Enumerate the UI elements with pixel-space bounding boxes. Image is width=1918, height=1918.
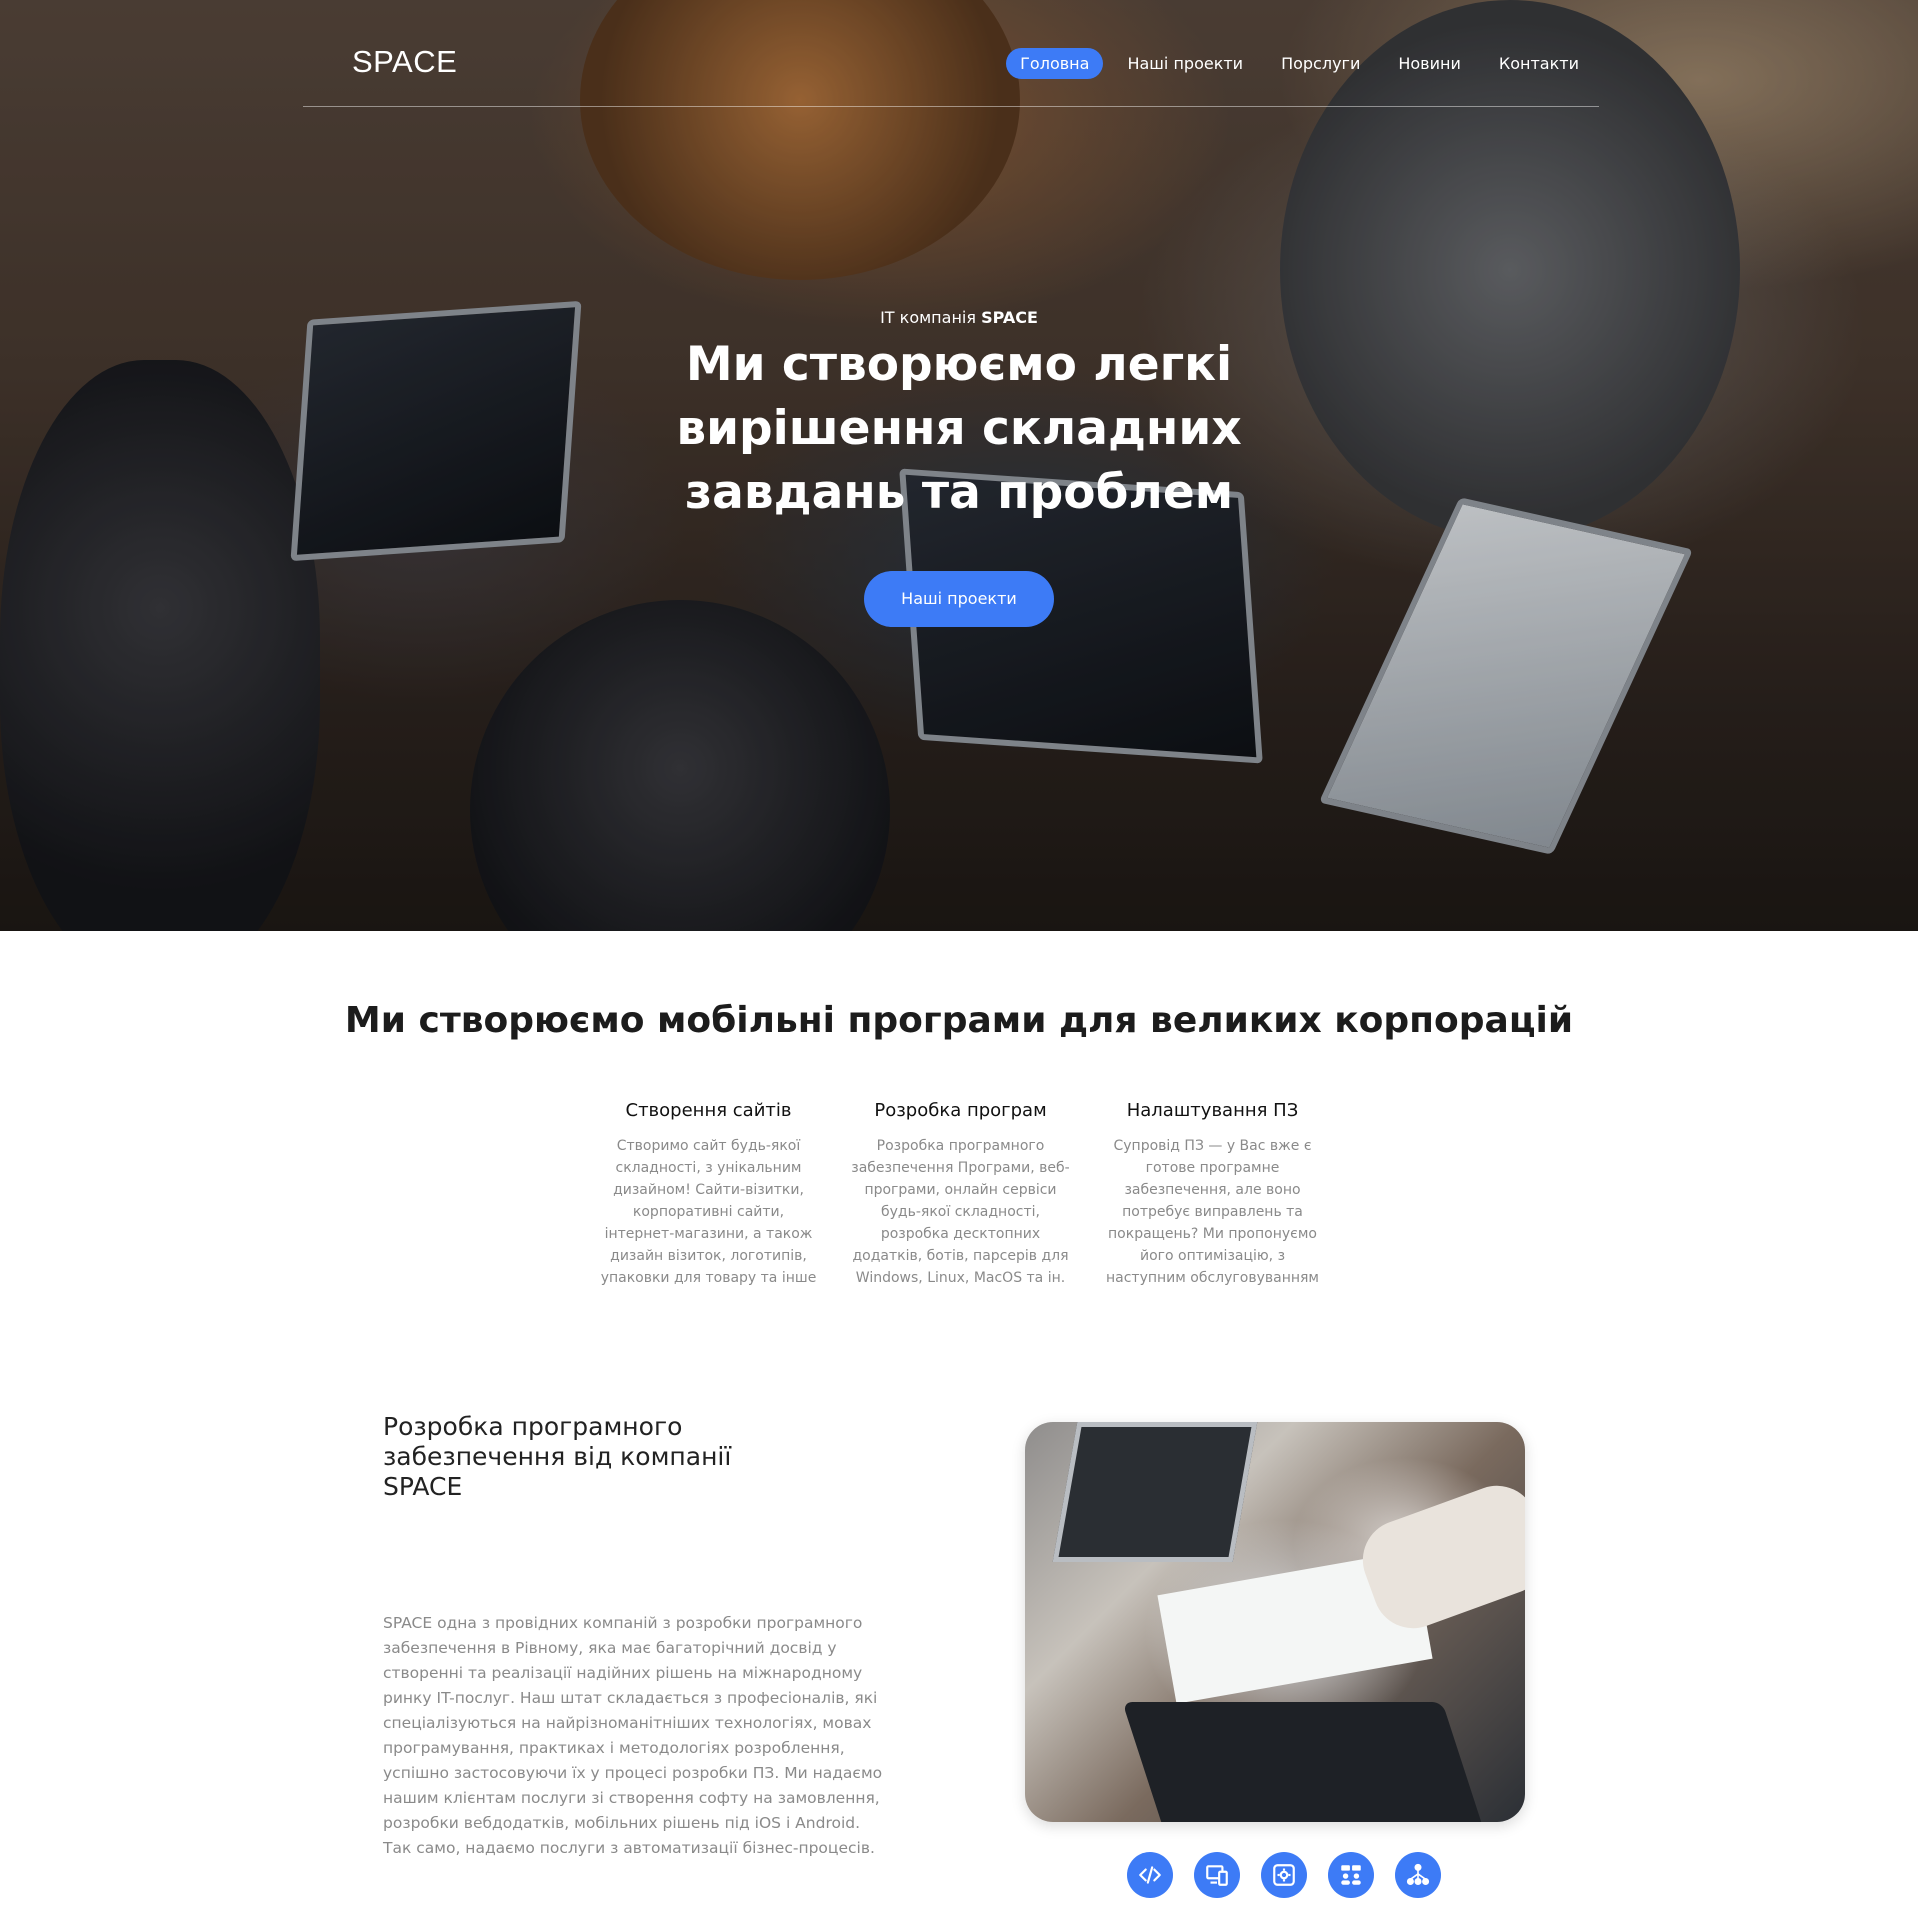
code-icon[interactable] [1127,1852,1173,1898]
photo-laptop [1052,1422,1258,1562]
nav-item-contacts[interactable]: Контакти [1485,48,1593,79]
feature-title: Створення сайтів [625,1100,792,1121]
hero-kicker: IT компанія SPACE [0,308,1918,327]
hero-section: SPACE Головна Наші проекти Порслуги Нови… [0,0,1918,931]
nav-item-projects[interactable]: Наші проекти [1113,48,1257,79]
section-title: Ми створюємо мобільні програми для велик… [344,1000,1574,1041]
feature-card-software-setup: Налаштування ПЗ Супровід ПЗ — у Вас вже … [1100,1100,1325,1289]
main-menu: Головна Наші проекти Порслуги Новини Кон… [1006,48,1593,79]
feature-text: Супровід ПЗ — у Вас вже є готове програм… [1106,1138,1319,1286]
feature-title: Налаштування ПЗ [1126,1100,1299,1121]
brand-logo[interactable]: SPACE [352,44,457,80]
hero-title: Ми створюємо легкі вирішення складних за… [676,337,1242,520]
nav-item-services[interactable]: Порслуги [1267,48,1374,79]
hero-kicker-prefix: IT компанія [880,308,976,327]
nav-item-news[interactable]: Новини [1384,48,1475,79]
team-chat-icon[interactable] [1328,1852,1374,1898]
projects-button[interactable]: Наші проекти [864,571,1054,627]
feature-text: Створимо сайт будь-якої складності, з ун… [600,1138,817,1286]
settings-icon[interactable] [1261,1852,1307,1898]
hero-kicker-brand: SPACE [981,308,1038,327]
features-list: Створення сайтів Створимо сайт будь-якої… [596,1100,1356,1300]
feature-card-websites: Створення сайтів Створимо сайт будь-якої… [596,1100,821,1289]
top-navbar: SPACE Головна Наші проекти Порслуги Нови… [303,36,1599,107]
feature-title: Розробка програм [874,1100,1047,1121]
feature-text: Розробка програмного забезпечення Програ… [851,1138,1070,1286]
hero-content: IT компанія SPACE Ми створюємо легкі вир… [0,308,1918,627]
feature-card-programs: Розробка програм Розробка програмного за… [848,1100,1073,1289]
about-text: SPACE одна з провідних компаній з розроб… [383,1614,883,1857]
nav-item-home[interactable]: Головна [1006,48,1104,79]
about-title: Розробка програмного забезпечення від ко… [383,1412,732,1501]
service-icons [1127,1852,1441,1898]
photo-laptop [1122,1702,1488,1822]
devices-icon[interactable] [1194,1852,1240,1898]
about-photo [1025,1422,1525,1822]
network-icon[interactable] [1395,1852,1441,1898]
